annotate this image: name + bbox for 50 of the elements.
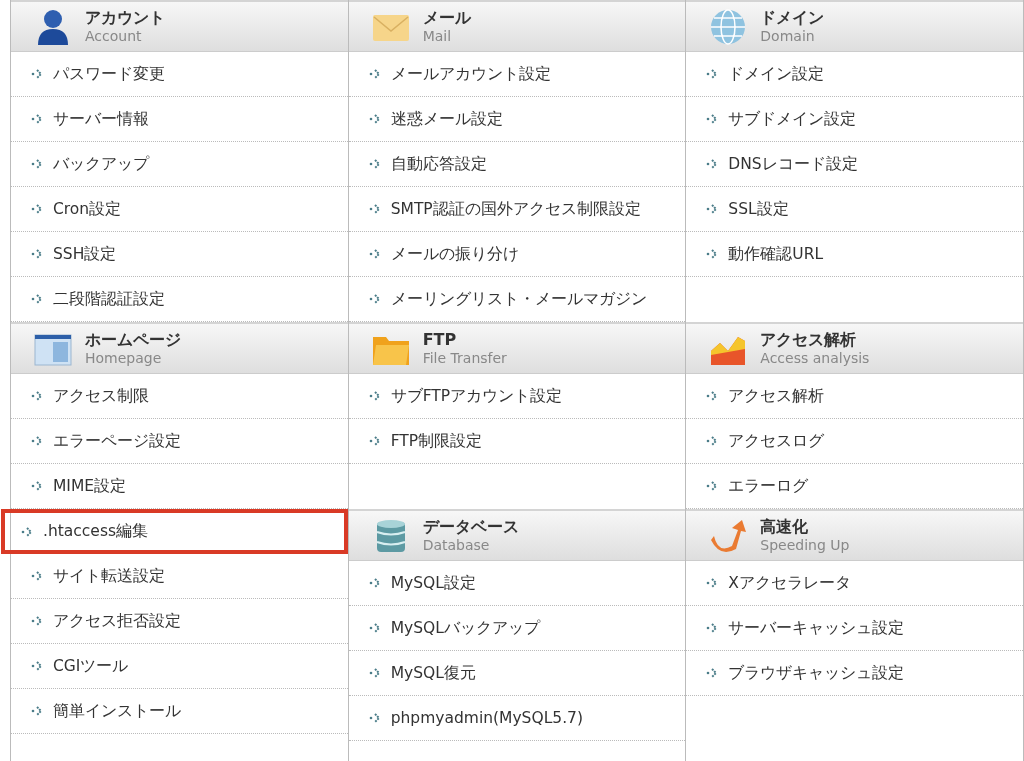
section-subtitle: Access analysis: [760, 348, 870, 367]
section-title: データベース: [422, 517, 519, 536]
menu-link[interactable]: SSH設定: [11, 232, 348, 277]
menu-link[interactable]: アクセス拒否設定: [11, 599, 348, 644]
menu-link[interactable]: アクセス制限: [11, 374, 348, 419]
menu-link[interactable]: SMTP認証の国外アクセス制限設定: [348, 187, 686, 232]
menu-link[interactable]: SSL設定: [686, 187, 1023, 232]
menu-link[interactable]: 簡単インストール: [11, 689, 348, 734]
menu-link[interactable]: メールの振り分け: [348, 232, 686, 277]
menu-link[interactable]: ドメイン設定: [686, 52, 1023, 97]
menu-link[interactable]: アクセス解析: [686, 374, 1023, 419]
menu-link[interactable]: MySQLバックアップ: [348, 606, 686, 651]
menu-link[interactable]: ブラウザキャッシュ設定: [686, 651, 1023, 696]
menu-link[interactable]: メールアカウント設定: [348, 52, 686, 97]
menu-link[interactable]: パスワード変更: [11, 52, 348, 97]
section-subtitle: Domain: [760, 26, 816, 45]
menu-link[interactable]: Cron設定: [11, 187, 348, 232]
section-title: ホームページ: [85, 330, 181, 349]
menu-link[interactable]: MySQL復元: [348, 651, 686, 696]
menu-link[interactable]: エラーページ設定: [11, 419, 348, 464]
menu-link[interactable]: FTP制限設定: [348, 419, 686, 464]
menu-link[interactable]: phpmyadmin(MySQL5.7): [348, 696, 686, 741]
section-subtitle: Account: [85, 26, 143, 45]
menu-link[interactable]: Xアクセラレータ: [686, 561, 1023, 606]
menu-link[interactable]: サブドメイン設定: [686, 97, 1023, 142]
menu-link[interactable]: サブFTPアカウント設定: [348, 374, 686, 419]
section-title: 高速化: [760, 517, 810, 536]
menu-link[interactable]: 動作確認URL: [686, 232, 1023, 277]
menu-link[interactable]: サーバー情報: [11, 97, 348, 142]
section-subtitle: Speeding Up: [760, 535, 850, 554]
menu-link[interactable]: 迷惑メール設定: [348, 97, 686, 142]
menu-link[interactable]: MIME設定: [11, 464, 348, 509]
section-subtitle: File Transfer: [422, 348, 507, 367]
menu-link[interactable]: バックアップ: [11, 142, 348, 187]
section-subtitle: Homepage: [85, 348, 163, 367]
section-title: アカウント: [85, 8, 165, 27]
menu-link[interactable]: MySQL設定: [348, 561, 686, 606]
section-subtitle: Mail: [422, 26, 453, 45]
section-title: アクセス解析: [760, 330, 858, 349]
menu-link[interactable]: 自動応答設定: [348, 142, 686, 187]
section-subtitle: Database: [422, 535, 491, 554]
menu-link[interactable]: サイト転送設定: [11, 554, 348, 599]
section-title: メール: [422, 8, 471, 27]
section-title: ドメイン: [760, 8, 825, 27]
section-title: FTP: [422, 330, 458, 349]
menu-link[interactable]: CGIツール: [11, 644, 348, 689]
menu-link[interactable]: アクセスログ: [686, 419, 1023, 464]
menu-link[interactable]: .htaccess編集: [1, 509, 348, 554]
menu-link[interactable]: DNSレコード設定: [686, 142, 1023, 187]
menu-link[interactable]: サーバーキャッシュ設定: [686, 606, 1023, 651]
